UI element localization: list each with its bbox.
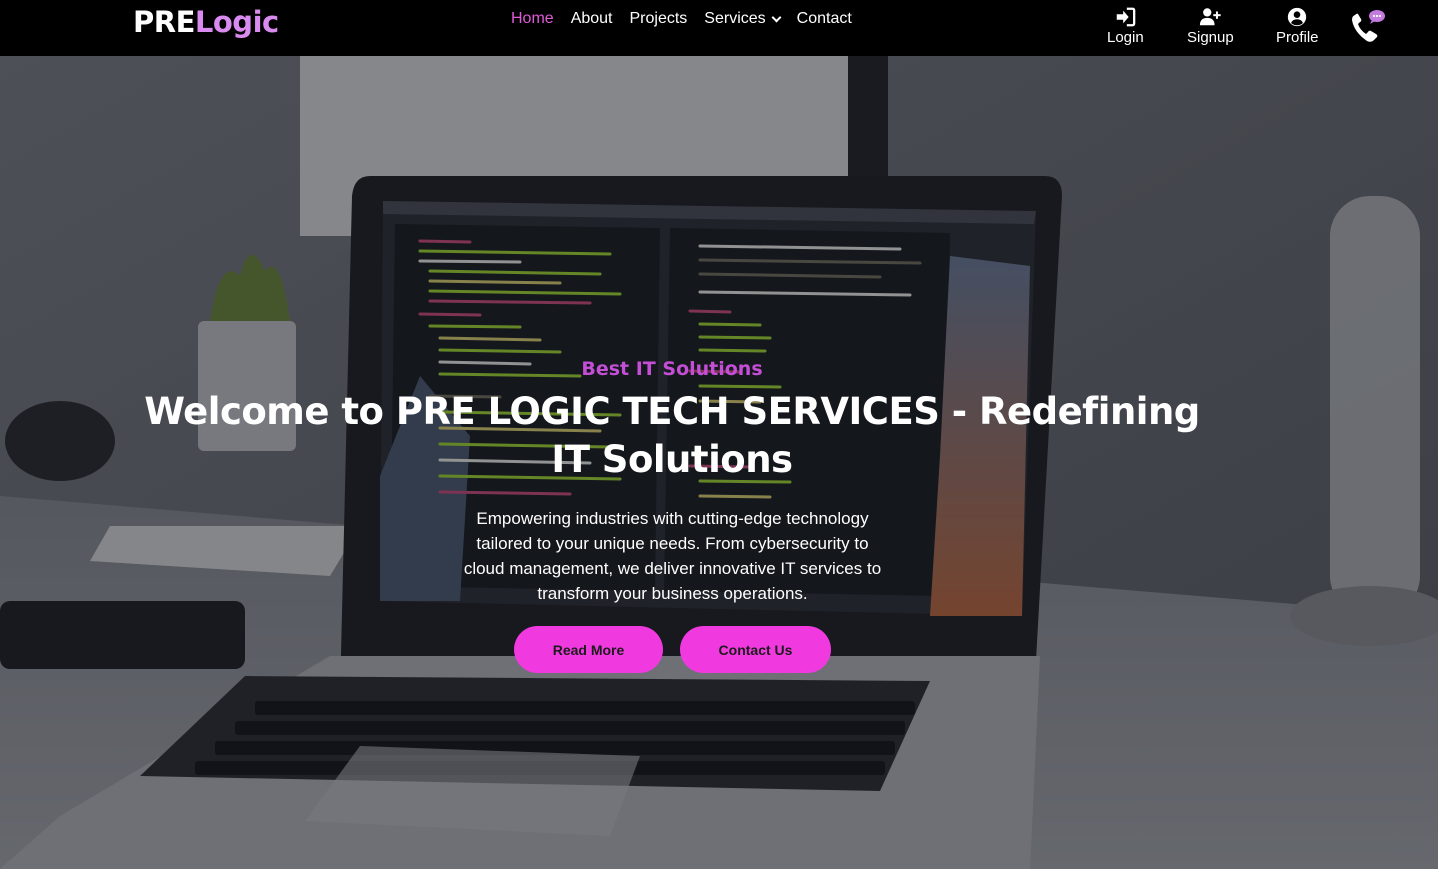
add-user-icon [1200, 8, 1221, 26]
nav-links: Home About Projects Services Contact [511, 10, 869, 28]
profile-button[interactable]: Profile [1276, 6, 1319, 46]
user-circle-icon [1288, 7, 1307, 27]
nav-link-about[interactable]: About [571, 10, 613, 28]
hero-section: Best IT Solutions Welcome to PRE LOGIC T… [0, 56, 1438, 869]
profile-label: Profile [1276, 29, 1319, 46]
logo-logic: Logic [194, 5, 279, 39]
read-more-button[interactable]: Read More [514, 626, 663, 673]
logo-pre: PRE [133, 5, 195, 39]
nav-link-projects[interactable]: Projects [630, 10, 688, 28]
signup-button[interactable]: Signup [1187, 6, 1234, 46]
navbar: PRELogic Home About Projects Services Co… [0, 0, 1438, 56]
nav-link-home[interactable]: Home [511, 10, 554, 28]
hero-headline: Welcome to PRE LOGIC TECH SERVICES - Red… [144, 390, 1200, 481]
hero-tagline: Best IT Solutions [581, 358, 763, 380]
nav-link-services-label: Services [704, 10, 766, 27]
login-button[interactable]: Login [1107, 6, 1144, 46]
hero-description: Empowering industries with cutting-edge … [463, 509, 882, 603]
login-icon [1117, 7, 1136, 27]
phone-chat-icon[interactable] [1349, 9, 1387, 45]
chevron-down-icon [771, 12, 782, 22]
signup-label: Signup [1187, 29, 1234, 46]
nav-link-contact[interactable]: Contact [797, 10, 852, 28]
nav-link-services[interactable]: Services [704, 10, 782, 28]
contact-us-button[interactable]: Contact Us [680, 626, 831, 673]
login-label: Login [1107, 29, 1144, 46]
logo[interactable]: PRELogic [133, 5, 279, 39]
